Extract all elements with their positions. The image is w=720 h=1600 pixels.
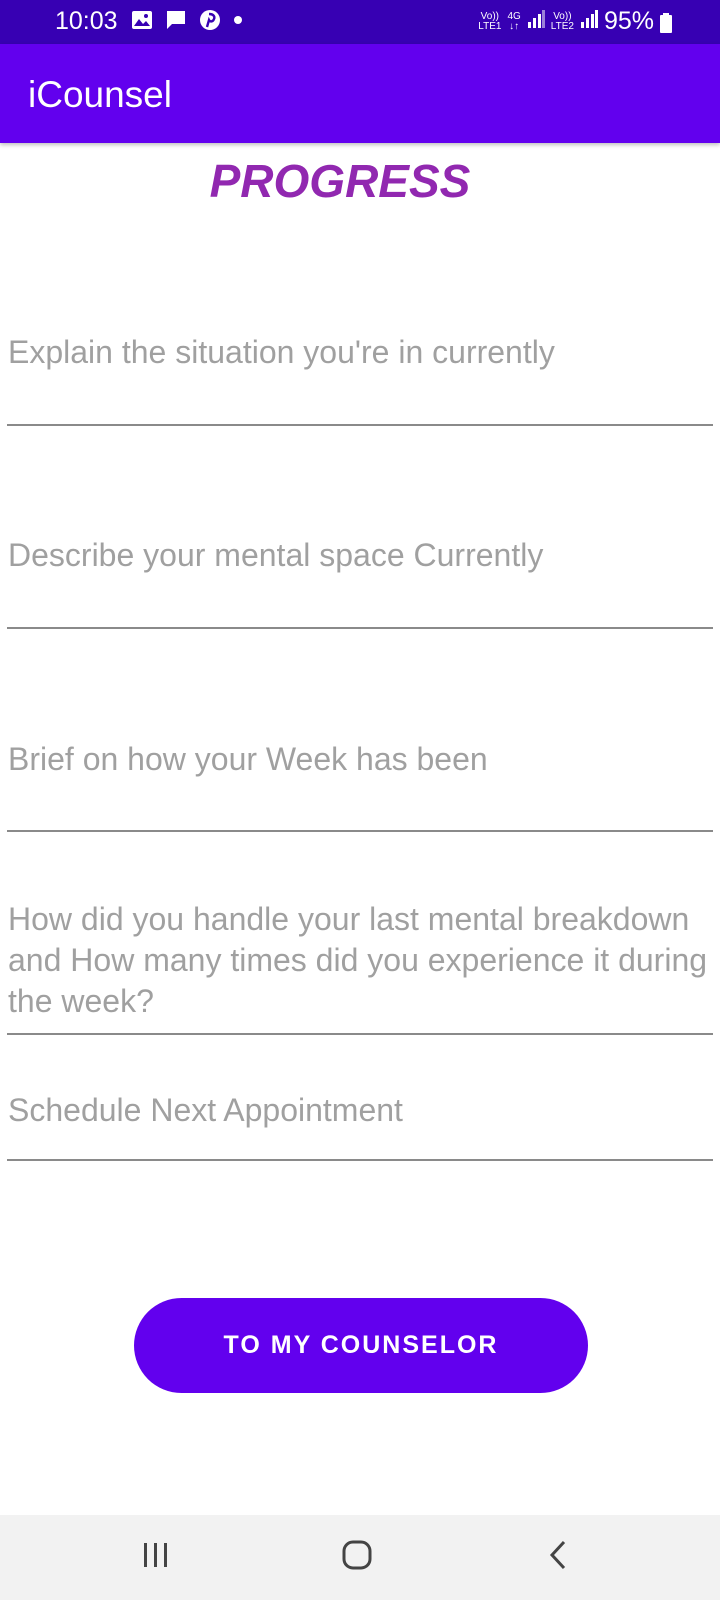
app-bar: iCounsel bbox=[0, 44, 720, 143]
app-title: iCounsel bbox=[28, 74, 172, 115]
notification-icons bbox=[131, 9, 243, 31]
to-my-counselor-button[interactable]: TO MY COUNSELOR bbox=[134, 1298, 588, 1393]
lte1-label: LTE1 bbox=[478, 20, 502, 32]
situation-placeholder: Explain the situation you're in currentl… bbox=[8, 334, 555, 370]
signal1-icon bbox=[527, 10, 545, 33]
lte2-label: LTE2 bbox=[550, 20, 574, 32]
4g-indicator: 4G ↓↑ bbox=[507, 10, 521, 32]
home-button[interactable] bbox=[327, 1535, 387, 1579]
image-icon bbox=[131, 10, 153, 30]
volte-lte2-indicator: Vo)) LTE2 bbox=[550, 10, 574, 32]
message-icon bbox=[165, 9, 187, 31]
battery-icon bbox=[660, 13, 672, 33]
recents-icon bbox=[142, 1542, 170, 1573]
volte-lte1-indicator: Vo)) LTE1 bbox=[478, 10, 502, 32]
mental-space-placeholder: Describe your mental space Currently bbox=[8, 537, 544, 573]
volte2-label: Vo)) bbox=[553, 10, 572, 22]
back-icon bbox=[548, 1540, 568, 1575]
status-time: 10:03 bbox=[55, 7, 118, 35]
appointment-placeholder: Schedule Next Appointment bbox=[8, 1092, 403, 1128]
page-title: PROGRESS bbox=[209, 155, 471, 207]
network-indicators: Vo)) LTE1 4G ↓↑ Vo)) LTE2 95% bbox=[478, 7, 654, 36]
navigation-bar bbox=[0, 1515, 720, 1600]
breakdown-field[interactable]: How did you handle your last mental brea… bbox=[7, 890, 713, 1035]
week-field[interactable]: Brief on how your Week has been bbox=[7, 707, 713, 832]
recents-button[interactable] bbox=[126, 1535, 186, 1579]
home-icon bbox=[342, 1540, 372, 1575]
signal2-icon bbox=[580, 10, 598, 33]
pinterest-icon bbox=[199, 9, 221, 31]
data-arrows-icon: ↓↑ bbox=[509, 20, 520, 32]
volte-label: Vo)) bbox=[480, 10, 500, 22]
battery-percent: 95% bbox=[603, 7, 654, 35]
back-button[interactable] bbox=[528, 1535, 588, 1579]
status-bar: 10:03 Vo)) LTE1 4G ↓↑ Vo)) LTE2 95% bbox=[0, 0, 720, 44]
4g-label: 4G bbox=[507, 10, 521, 22]
appointment-field[interactable]: Schedule Next Appointment bbox=[7, 1075, 713, 1161]
breakdown-placeholder: How did you handle your last mental brea… bbox=[8, 901, 708, 1019]
dot-icon bbox=[233, 15, 243, 25]
week-placeholder: Brief on how your Week has been bbox=[8, 741, 488, 777]
mental-space-field[interactable]: Describe your mental space Currently bbox=[7, 504, 713, 629]
situation-field[interactable]: Explain the situation you're in currentl… bbox=[7, 300, 713, 426]
